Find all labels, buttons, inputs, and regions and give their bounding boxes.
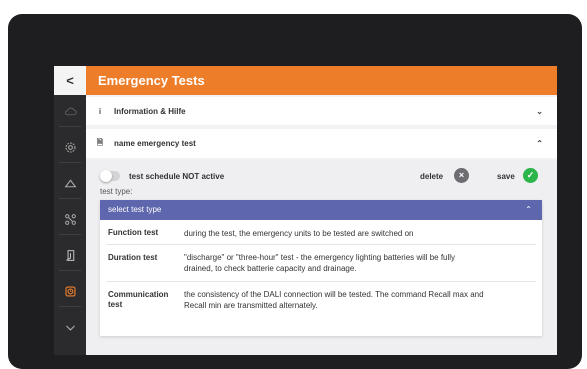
section-label: Information & Hilfe	[114, 106, 186, 116]
option-communication-test[interactable]: Communication test the consistency of th…	[100, 282, 542, 322]
page-title: Emergency Tests	[86, 66, 557, 95]
schedule-toggle[interactable]	[100, 170, 120, 182]
sidebar-divider	[59, 270, 81, 271]
chevron-down-icon: ⌄	[536, 106, 543, 116]
section-information-hilfe[interactable]: i Information & Hilfe ⌄	[86, 97, 557, 125]
option-name: Duration test	[108, 253, 158, 262]
test-type-select[interactable]: select test type ⌃	[100, 200, 542, 220]
sidebar: <	[54, 66, 86, 355]
chevron-up-icon: ⌃	[525, 205, 532, 214]
select-placeholder: select test type	[108, 205, 162, 214]
section-name-emergency-test[interactable]: 🗎 name emergency test ⌃	[86, 129, 557, 158]
test-settings-panel: test schedule NOT active delete × save ✓…	[86, 160, 557, 355]
save-label: save	[497, 172, 515, 181]
option-function-test[interactable]: Function test during the test, the emerg…	[100, 220, 542, 244]
main-content: Emergency Tests i Information & Hilfe ⌄ …	[86, 66, 557, 355]
test-type-label: test type:	[100, 187, 133, 196]
exit-icon[interactable]	[54, 245, 86, 265]
info-icon: i	[98, 106, 102, 116]
save-button[interactable]: ✓	[523, 168, 538, 183]
app-screen: < Emergency Tests i Information & Hilfe …	[54, 66, 557, 355]
sidebar-divider	[59, 162, 81, 163]
alarm-icon[interactable]	[54, 173, 86, 193]
sidebar-divider	[59, 234, 81, 235]
delete-label: delete	[420, 172, 444, 181]
option-duration-test[interactable]: Duration test "discharge" or "three-hour…	[100, 245, 542, 281]
section-label: name emergency test	[114, 139, 196, 148]
back-button[interactable]: <	[54, 66, 86, 95]
tablet-frame: < Emergency Tests i Information & Hilfe …	[8, 14, 582, 369]
network-icon[interactable]	[54, 209, 86, 229]
emergency-timer-icon[interactable]	[54, 281, 86, 301]
cloud-icon[interactable]	[54, 101, 86, 121]
option-description: during the test, the emergency units to …	[184, 229, 414, 238]
delete-button[interactable]: ×	[454, 168, 469, 183]
document-icon: 🗎	[96, 137, 104, 147]
sidebar-divider	[59, 198, 81, 199]
sidebar-divider	[59, 126, 81, 127]
chevron-up-icon: ⌃	[536, 139, 543, 148]
sidebar-divider	[59, 306, 81, 307]
toggle-knob	[100, 170, 112, 182]
option-name: Communication test	[108, 290, 169, 309]
option-description: "discharge" or "three-hour" test - the e…	[184, 253, 456, 273]
option-name: Function test	[108, 228, 159, 237]
schedule-status-label: test schedule NOT active	[129, 172, 225, 181]
chevron-down-icon[interactable]	[54, 317, 86, 337]
test-type-dropdown: select test type ⌃ Function test during …	[100, 200, 542, 336]
option-description: the consistency of the DALI connection w…	[184, 290, 484, 310]
settings-icon[interactable]	[54, 137, 86, 157]
